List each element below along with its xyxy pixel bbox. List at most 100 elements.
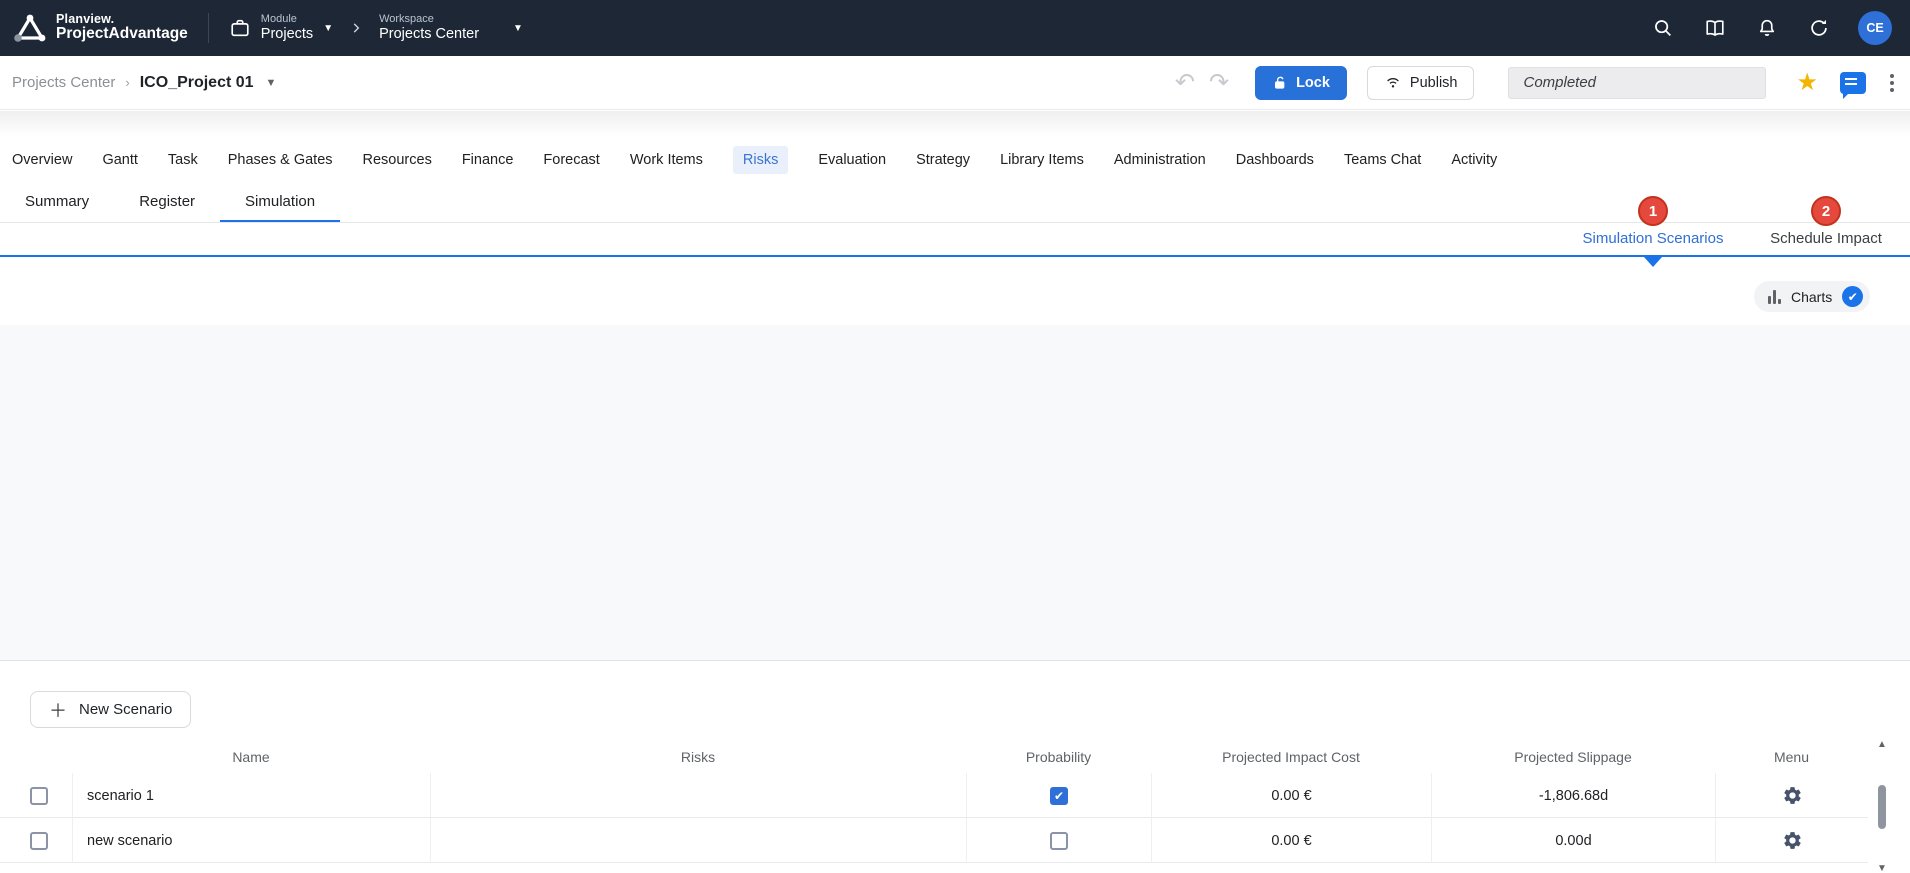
module-value: Projects (261, 26, 313, 43)
new-scenario-button-label: New Scenario (79, 701, 172, 718)
projected-slippage-cell: -1,806.68d (1539, 788, 1608, 804)
scenarios-table-section: ＋ New Scenario Name Risks Probability Pr… (0, 660, 1910, 873)
chevron-down-icon[interactable]: ▼ (513, 23, 523, 34)
table-scrollbar[interactable]: ▲ ▼ (1874, 739, 1890, 873)
breadcrumb: Projects Center › ICO_Project 01 ▼ (0, 74, 276, 92)
publish-button[interactable]: Publish (1367, 66, 1475, 100)
row-select-checkbox[interactable]: ✔ (30, 787, 48, 805)
scenario-name-cell[interactable]: new scenario (72, 818, 430, 863)
step-1-label[interactable]: Simulation Scenarios (1553, 230, 1753, 247)
tab-risks[interactable]: Risks (733, 146, 788, 174)
main-tab-bar: Overview Gantt Task Phases & Gates Resou… (0, 138, 1910, 182)
subtab-simulation[interactable]: Simulation (220, 182, 340, 223)
plus-icon: ＋ (49, 697, 67, 723)
tab-evaluation[interactable]: Evaluation (818, 146, 886, 174)
column-header-name[interactable]: Name (72, 749, 430, 765)
new-scenario-button[interactable]: ＋ New Scenario (30, 691, 191, 728)
column-header-projected-impact-cost[interactable]: Projected Impact Cost (1151, 749, 1431, 765)
tab-teams-chat[interactable]: Teams Chat (1344, 146, 1421, 174)
scrollbar-thumb[interactable] (1878, 785, 1886, 829)
brand-line2: ProjectAdvantage (56, 26, 188, 42)
top-navbar: Planview. ProjectAdvantage Module Projec… (0, 0, 1910, 56)
tab-gantt[interactable]: Gantt (102, 146, 137, 174)
row-select-checkbox[interactable]: ✔ (30, 832, 48, 850)
undo-icon[interactable]: ↶ (1175, 71, 1195, 95)
notifications-bell-icon[interactable] (1754, 15, 1780, 41)
navbar-actions: CE (1650, 11, 1910, 45)
chevron-down-icon[interactable]: ▼ (266, 77, 277, 89)
toolbar-shadow (0, 111, 1910, 137)
probability-checkbox[interactable]: ✔ (1050, 787, 1068, 805)
tab-administration[interactable]: Administration (1114, 146, 1206, 174)
brand[interactable]: Planview. ProjectAdvantage (0, 13, 188, 42)
breadcrumb-root[interactable]: Projects Center (12, 74, 115, 91)
tab-library-items[interactable]: Library Items (1000, 146, 1084, 174)
tab-work-items[interactable]: Work Items (630, 146, 703, 174)
gear-icon[interactable] (1782, 785, 1803, 806)
breadcrumb-current: ICO_Project 01 (140, 74, 254, 92)
library-book-icon[interactable] (1702, 15, 1728, 41)
comments-icon[interactable] (1840, 72, 1866, 94)
workspace-switcher[interactable]: Workspace Projects Center ▼ (379, 13, 523, 42)
scenario-name-cell[interactable]: scenario 1 (72, 773, 430, 818)
projected-slippage-cell: 0.00d (1555, 833, 1591, 849)
publish-button-label: Publish (1410, 75, 1458, 91)
tab-dashboards[interactable]: Dashboards (1236, 146, 1314, 174)
workspace-label: Workspace (379, 13, 479, 26)
module-switcher[interactable]: Module Projects ▼ (229, 13, 333, 42)
wizard-step-1[interactable]: 1 Simulation Scenarios (1553, 196, 1753, 247)
scroll-down-icon[interactable]: ▼ (1877, 863, 1887, 873)
favorite-star-icon[interactable]: ★ (1796, 71, 1818, 95)
column-header-probability[interactable]: Probability (966, 749, 1151, 765)
lock-button[interactable]: Lock (1255, 66, 1347, 100)
planview-logo-icon (14, 14, 46, 42)
wizard-pointer-triangle (1644, 257, 1662, 276)
briefcase-icon (229, 17, 251, 39)
tab-task[interactable]: Task (168, 146, 198, 174)
step-2-badge: 2 (1811, 196, 1841, 226)
tab-activity[interactable]: Activity (1451, 146, 1497, 174)
projected-impact-cost-cell: 0.00 € (1271, 833, 1311, 849)
lock-button-label: Lock (1296, 75, 1330, 91)
wizard-progress-line (0, 255, 1910, 257)
kebab-menu-icon[interactable] (1890, 74, 1894, 92)
risks-cell[interactable] (430, 773, 966, 818)
avatar[interactable]: CE (1858, 11, 1892, 45)
tab-overview[interactable]: Overview (12, 146, 72, 174)
chart-section: Time Impact Cost Impact 30,000.00d 20,00… (0, 325, 1910, 660)
chevron-down-icon[interactable]: ▼ (323, 23, 333, 34)
toolbar-actions: ↶ ↷ Lock (1175, 66, 1910, 100)
tab-strategy[interactable]: Strategy (916, 146, 970, 174)
tab-phases-gates[interactable]: Phases & Gates (228, 146, 333, 174)
check-circle-icon[interactable]: ✔ (1842, 286, 1863, 307)
subtab-summary[interactable]: Summary (0, 182, 114, 223)
page: Planview. ProjectAdvantage Module Projec… (0, 0, 1910, 873)
refresh-icon[interactable] (1806, 15, 1832, 41)
table-header-row: Name Risks Probability Projected Impact … (0, 741, 1868, 773)
column-header-risks[interactable]: Risks (430, 749, 966, 765)
scroll-up-icon[interactable]: ▲ (1877, 739, 1887, 750)
tab-finance[interactable]: Finance (462, 146, 514, 174)
workspace-value: Projects Center (379, 26, 479, 43)
subtab-register[interactable]: Register (114, 182, 220, 223)
table-row: ✔ new scenario ✔ 0.00 € 0.00d (0, 818, 1868, 863)
projected-impact-cost-cell: 0.00 € (1271, 788, 1311, 804)
charts-toggle[interactable]: Charts ✔ (1754, 281, 1870, 312)
step-2-label[interactable]: Schedule Impact (1726, 230, 1910, 247)
chevron-right-icon (349, 21, 363, 35)
chevron-right-icon: › (125, 75, 129, 90)
tab-resources[interactable]: Resources (363, 146, 432, 174)
search-icon[interactable] (1650, 15, 1676, 41)
status-field[interactable]: Completed (1508, 67, 1766, 99)
project-toolbar: Projects Center › ICO_Project 01 ▼ ↶ ↷ L… (0, 56, 1910, 110)
tab-forecast[interactable]: Forecast (543, 146, 599, 174)
redo-icon[interactable]: ↷ (1209, 71, 1229, 95)
probability-checkbox[interactable]: ✔ (1050, 832, 1068, 850)
column-header-projected-slippage[interactable]: Projected Slippage (1431, 749, 1715, 765)
risks-cell[interactable] (430, 818, 966, 863)
bar-chart-icon (1768, 290, 1781, 304)
wizard-step-2[interactable]: 2 Schedule Impact (1726, 196, 1910, 247)
status-value: Completed (1523, 74, 1596, 91)
gear-icon[interactable] (1782, 830, 1803, 851)
column-header-menu: Menu (1715, 749, 1868, 765)
